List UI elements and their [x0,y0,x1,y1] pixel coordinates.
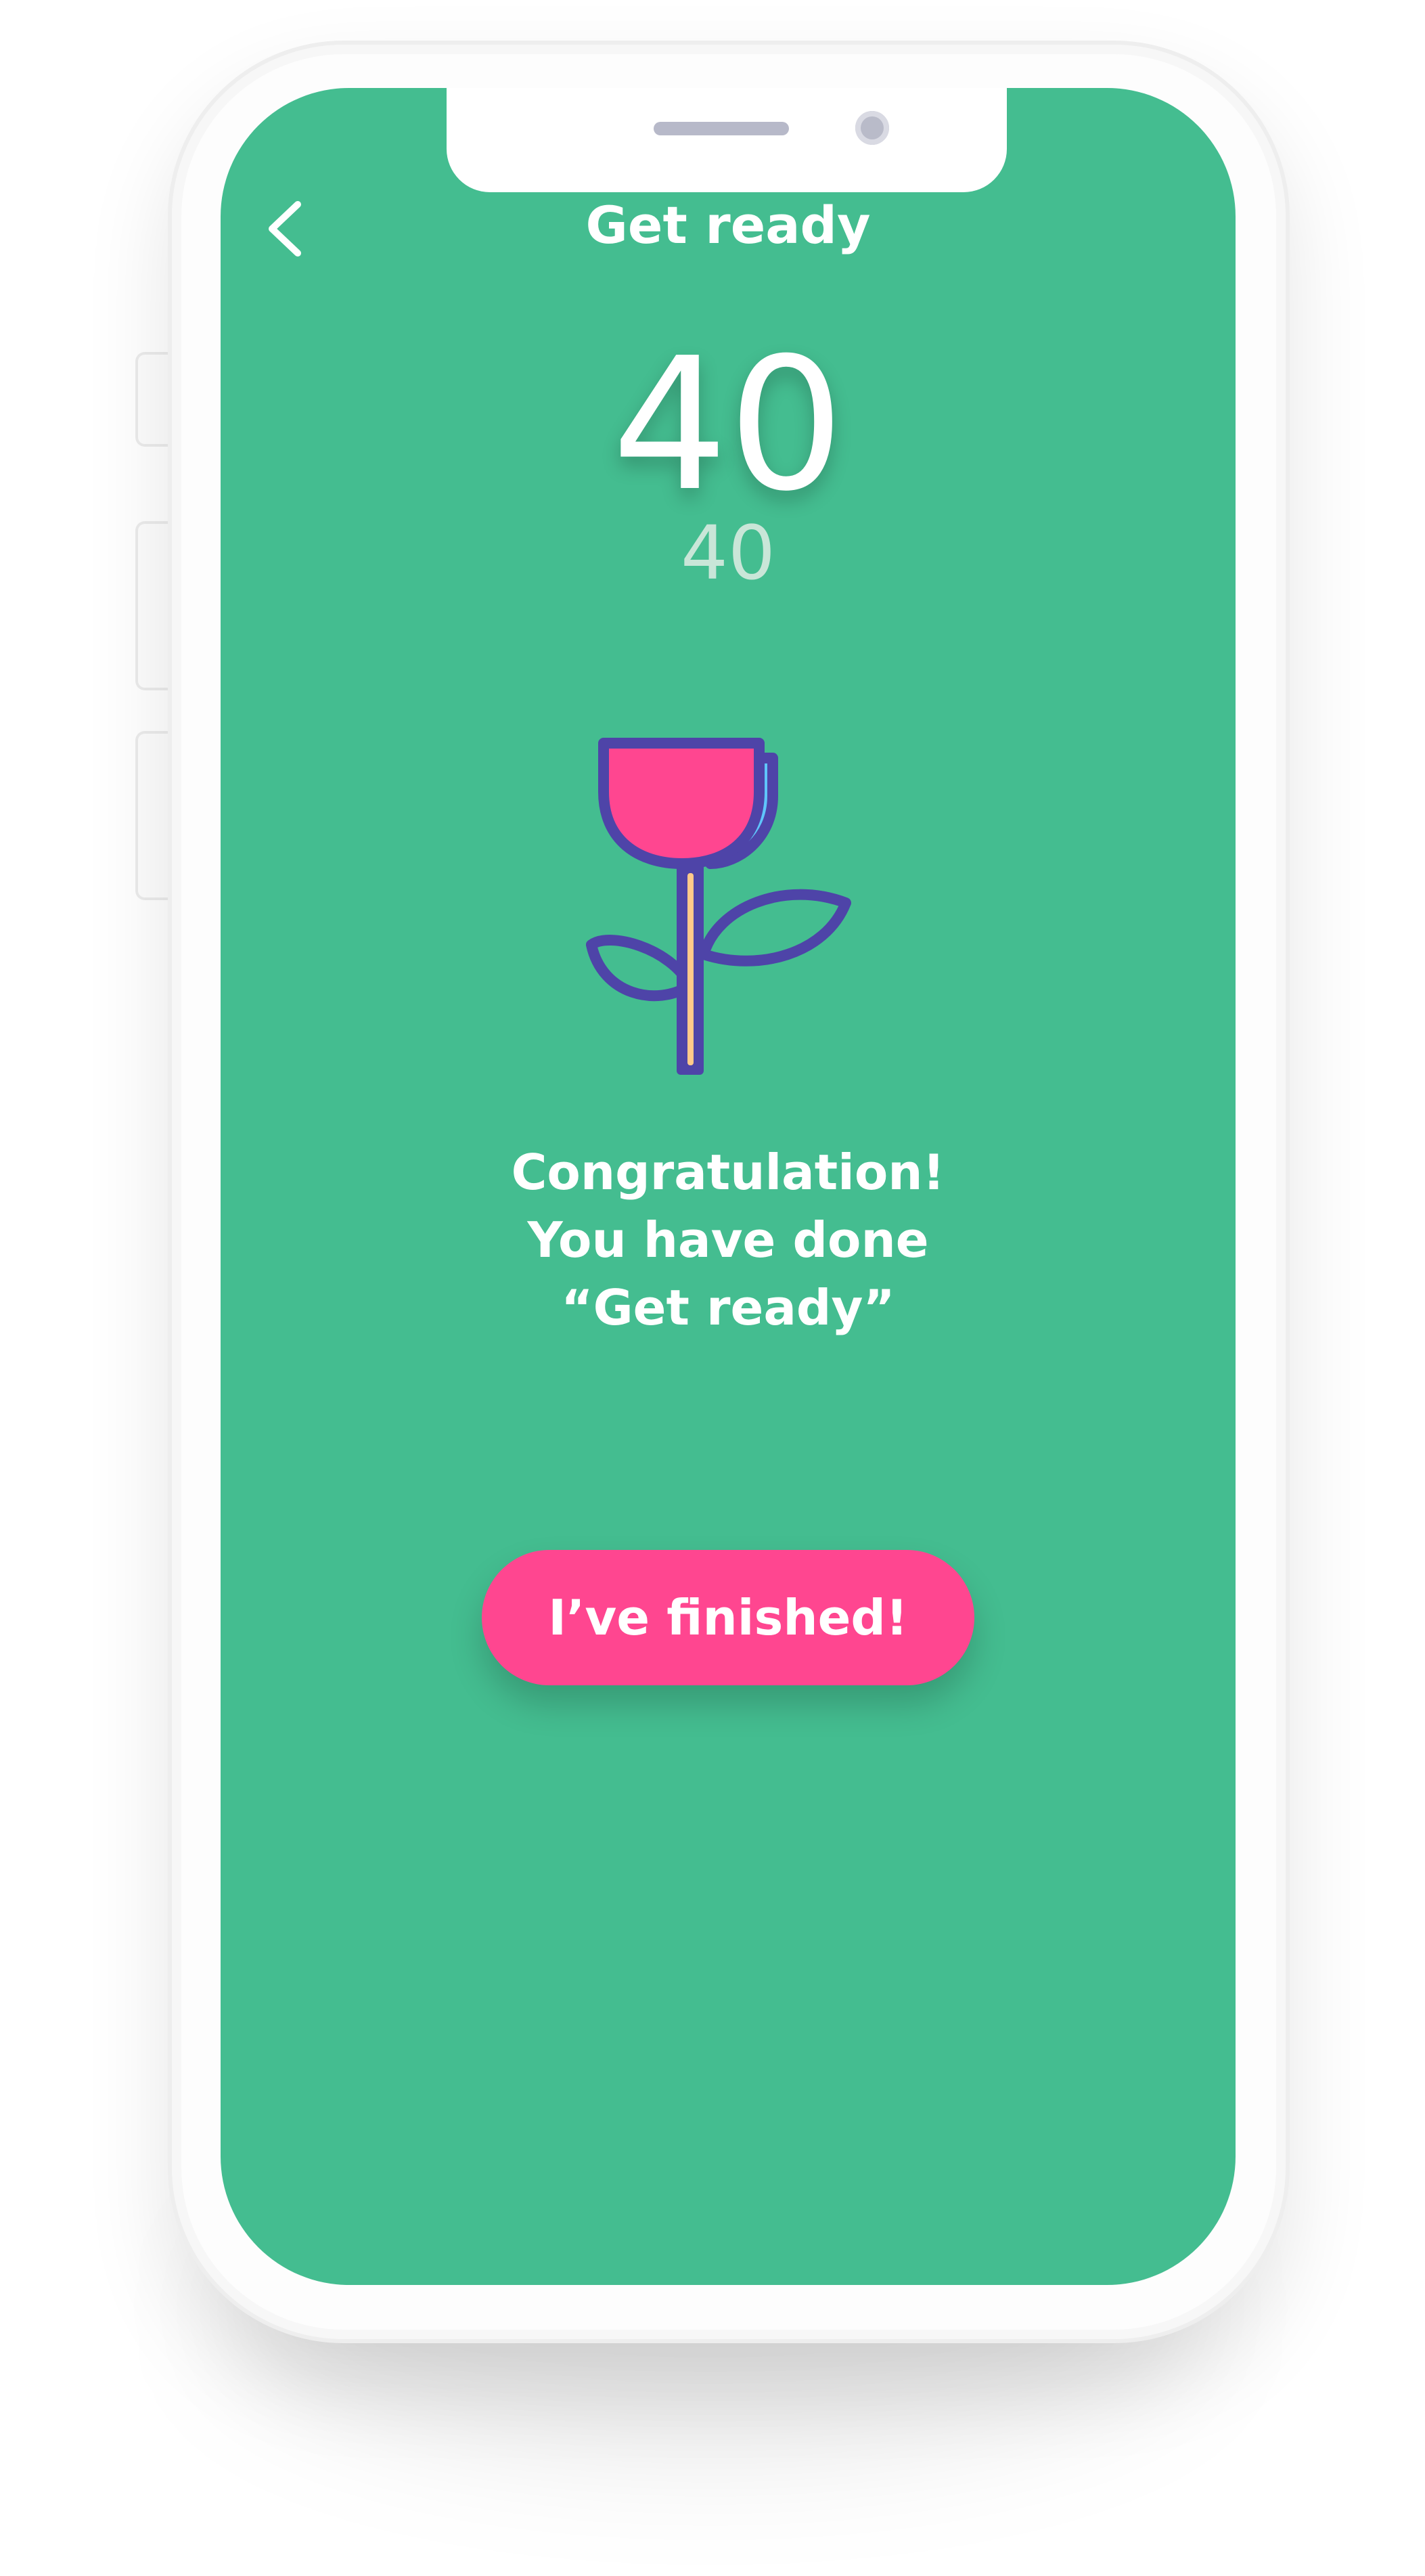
message-line: Congratulation! [511,1144,945,1201]
message-line: “Get ready” [561,1279,895,1336]
counter-total: 40 [681,510,775,596]
chevron-left-icon [269,201,301,257]
counter-current: 40 [612,318,844,531]
phone-notch [447,88,1007,192]
flower-icon [586,738,851,1075]
mockup-stage: Get ready 40 40 Congratulation! You have… [0,0,1425,2576]
phone-volume-down-button [135,731,171,900]
front-camera [855,111,889,145]
speaker-grille [654,122,789,135]
message-line: You have done [527,1212,929,1268]
back-button[interactable] [250,190,325,264]
page-title: Get ready [585,195,871,255]
phone-volume-up-button [135,521,171,690]
congratulation-message: Congratulation! You have done “Get ready… [457,1138,999,1341]
finished-button[interactable]: I’ve finished! [482,1550,974,1685]
phone-mute-switch [135,352,171,447]
flower-illustration [582,731,866,1083]
